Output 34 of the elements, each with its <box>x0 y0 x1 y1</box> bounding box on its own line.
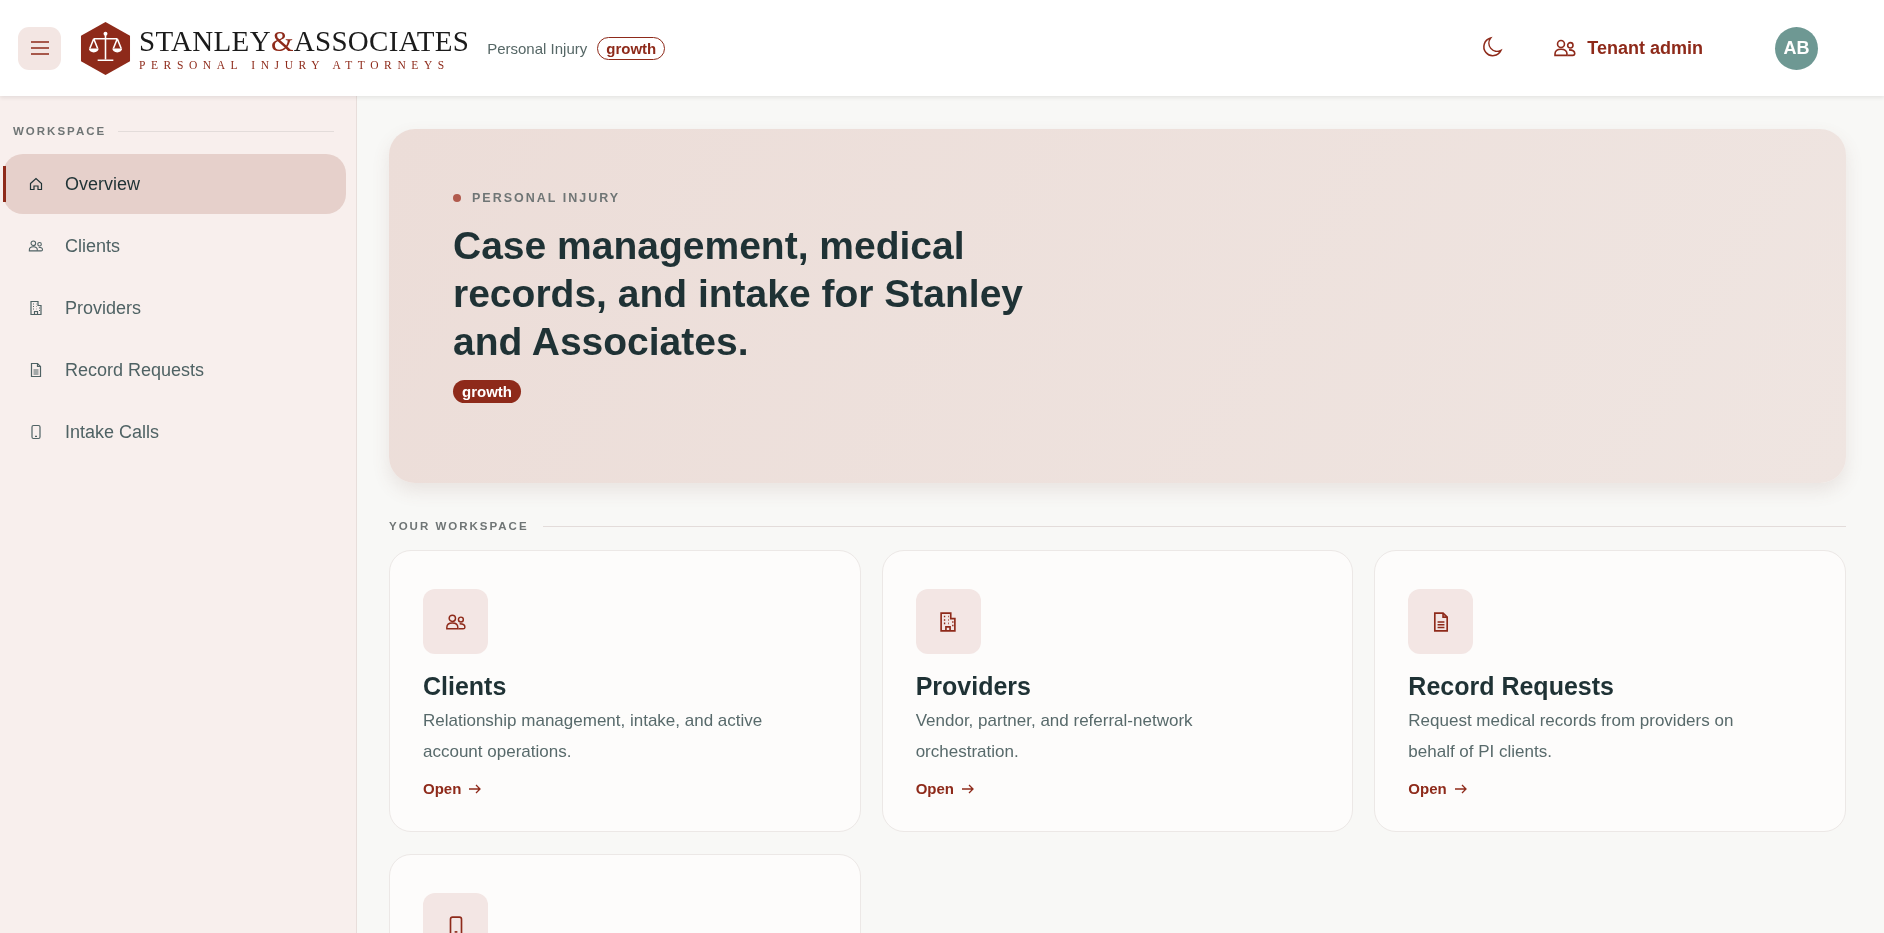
building-icon <box>28 300 44 316</box>
menu-button[interactable] <box>18 26 61 70</box>
scales-logo-icon <box>80 20 131 76</box>
card-title: Providers <box>915 672 1032 701</box>
people-icon <box>1553 37 1578 59</box>
card-title: Clients <box>423 672 508 701</box>
section-label: WORKSPACE <box>13 125 107 137</box>
card-description: Request medical records from providers on behalf of PI clients. <box>1408 710 1735 763</box>
hero-kicker: PERSONAL INJURY <box>472 191 621 205</box>
hero-title: Case management, medical records, and intake for Stanley and Associates. <box>453 223 1024 365</box>
moon-icon <box>1481 36 1504 58</box>
open-link[interactable]: Open <box>1408 780 1469 797</box>
document-icon <box>28 362 44 378</box>
sidebar-item[interactable]: Providers <box>3 278 346 338</box>
open-link[interactable]: Open <box>423 780 484 797</box>
section-label: YOUR WORKSPACE <box>389 520 529 532</box>
card-description: Relationship management, intake, and active account operations. <box>423 710 764 763</box>
people-icon <box>28 238 44 254</box>
brand-tagline: PERSONAL INJURY ATTORNEYS <box>139 59 451 71</box>
sidebar-item[interactable]: Overview <box>3 154 346 214</box>
sidebar-item[interactable]: Clients <box>3 216 346 276</box>
plan-badge: growth <box>453 380 521 403</box>
card-description: Vendor, partner, and referral-network orchestration. <box>915 710 1194 763</box>
practice-area: Personal Injury <box>487 39 588 57</box>
tenant-admin-button[interactable]: Tenant admin <box>1553 37 1703 59</box>
card-title: Record Requests <box>1408 672 1615 701</box>
status-dot <box>453 194 461 202</box>
menu-icon <box>29 41 50 55</box>
sidebar-item[interactable]: Intake Calls <box>3 402 346 462</box>
home-icon <box>28 176 44 192</box>
brand-name: STANLEY&ASSOCIATES <box>139 25 470 57</box>
open-link[interactable]: Open <box>915 780 976 797</box>
sidebar-item[interactable]: Record Requests <box>3 340 346 400</box>
phone-icon <box>28 424 44 440</box>
